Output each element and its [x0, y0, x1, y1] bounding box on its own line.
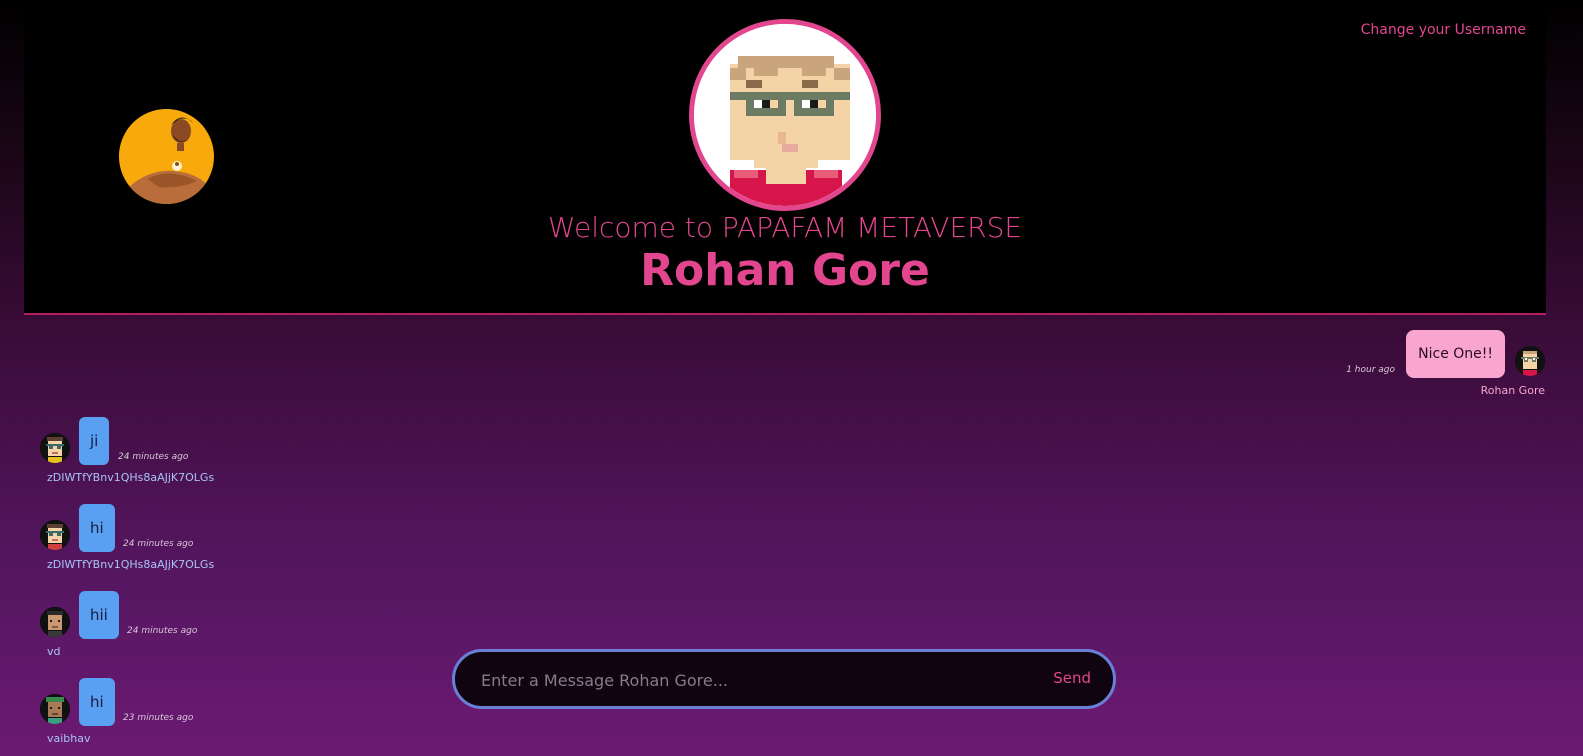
message-input[interactable] [479, 652, 1023, 708]
user-name-heading: Rohan Gore [640, 245, 930, 296]
message-timestamp: 24 minutes ago [118, 452, 189, 462]
sender-avatar [40, 607, 70, 637]
message-bubble: Nice One!! [1406, 330, 1505, 378]
message-sender: vd [47, 645, 61, 658]
message-sender: zDIWTfYBnv1QHs8aAJjK7OLGs [47, 471, 215, 484]
chat-message: hii 24 minutes ago vd [38, 591, 338, 671]
message-timestamp: 24 minutes ago [127, 626, 198, 636]
chat-message-own: Nice One!! 1 hour ago Rohan Gore [1245, 330, 1545, 410]
send-button[interactable]: Send [1053, 669, 1091, 687]
brand-logo [119, 109, 214, 204]
sender-avatar [40, 433, 70, 463]
message-timestamp: 23 minutes ago [123, 713, 194, 723]
message-sender: zDIWTfYBnv1QHs8aAJjK7OLGs [47, 558, 215, 571]
chat-message: ji 24 minutes ago zDIWTfYBnv1QHs8aAJjK7O… [38, 417, 338, 497]
sender-avatar [40, 520, 70, 550]
message-timestamp: 24 minutes ago [123, 539, 194, 549]
message-bubble: hii [79, 591, 119, 639]
message-bubble: hi [79, 504, 115, 552]
sender-avatar [1515, 346, 1545, 376]
message-bubble: hi [79, 678, 115, 726]
user-avatar [689, 19, 881, 211]
sender-avatar [40, 694, 70, 724]
chat-message: hi 24 minutes ago zDIWTfYBnv1QHs8aAJjK7O… [38, 504, 338, 584]
message-timestamp: 1 hour ago [1346, 365, 1395, 375]
message-sender: vaibhav [47, 732, 91, 745]
message-composer: Send [452, 649, 1116, 709]
welcome-heading: Welcome to PAPAFAM METAVERSE [547, 211, 1023, 244]
change-username-link[interactable]: Change your Username [1361, 22, 1526, 38]
message-bubble: ji [79, 417, 110, 465]
message-sender: Rohan Gore [1480, 384, 1545, 397]
chat-message: hi 23 minutes ago vaibhav [38, 678, 338, 756]
header: Change your Username Welcome to PAPAFAM … [24, 0, 1546, 315]
